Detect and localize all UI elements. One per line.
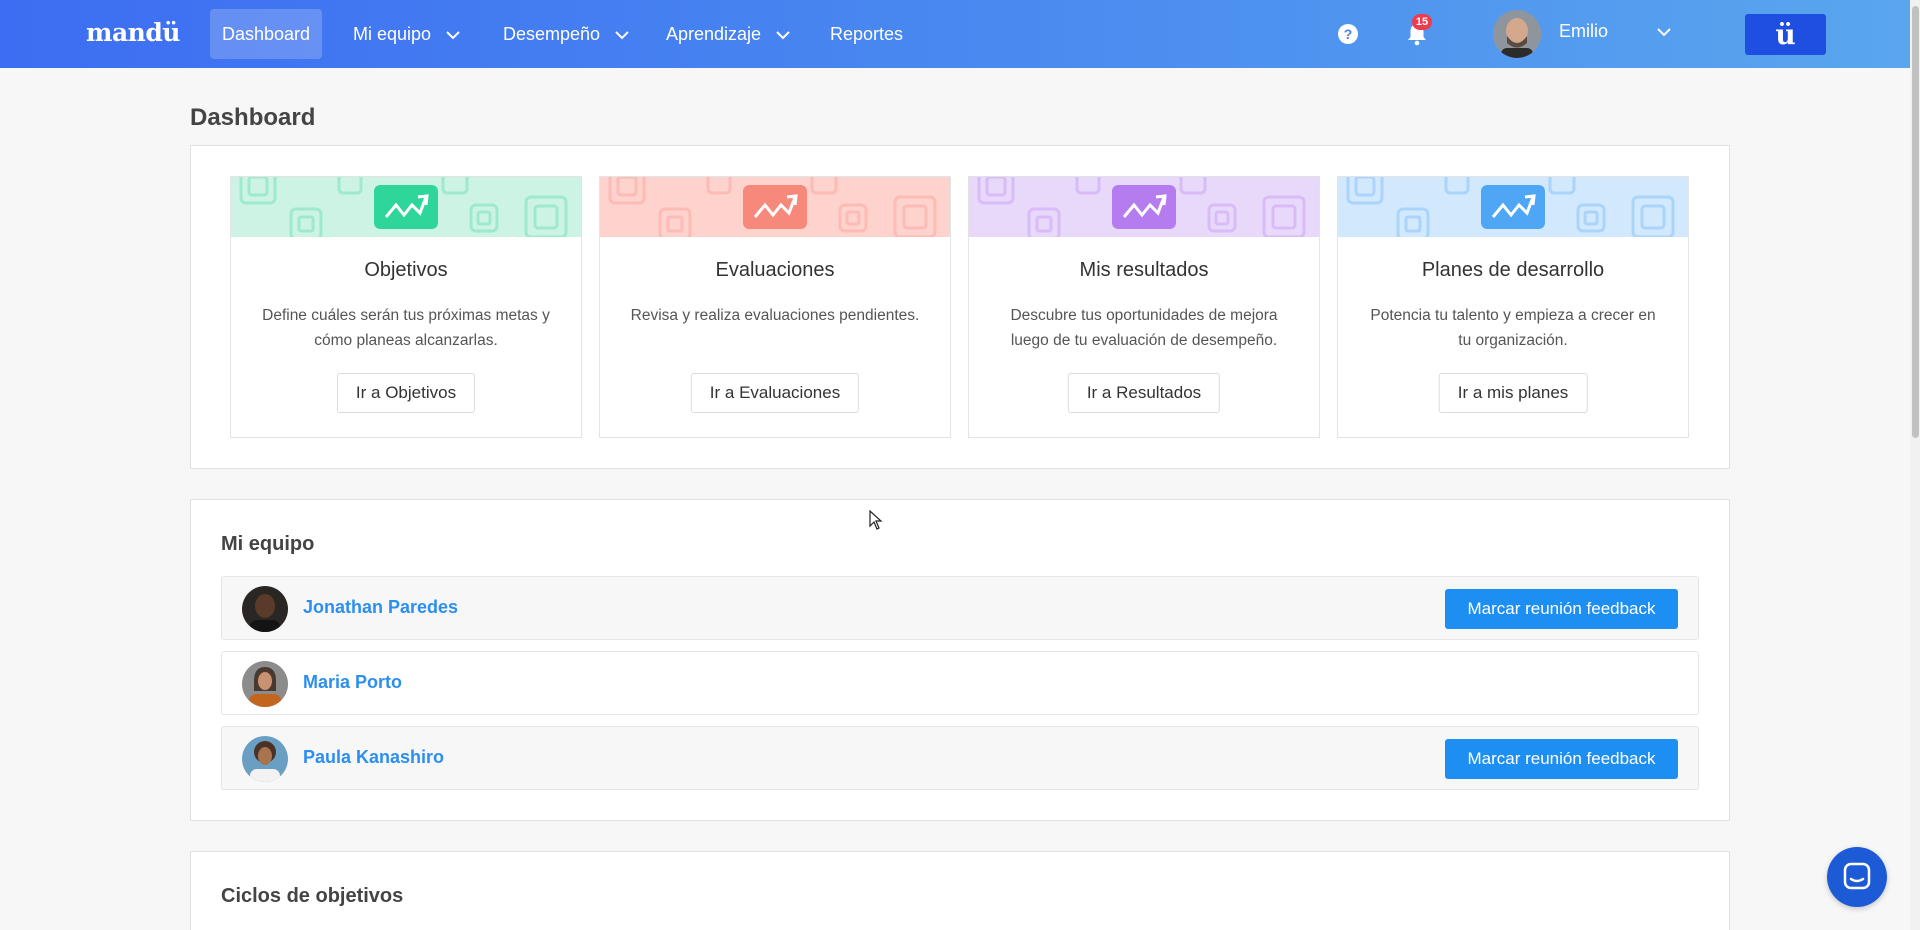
card-description: Potencia tu talento y empieza a crecer e…	[1370, 307, 1656, 349]
nav-item-label: Reportes	[830, 24, 904, 44]
schedule-feedback-button[interactable]: Marcar reunión feedback	[1445, 739, 1678, 779]
growth-chart-icon	[1112, 185, 1176, 229]
card-banner	[1338, 177, 1688, 237]
go-to-resultados-button[interactable]: Ir a Resultados	[1067, 373, 1221, 413]
team-member-row: Paula Kanashiro Marcar reunión feedback	[221, 726, 1699, 790]
avatar[interactable]	[242, 661, 288, 707]
mouse-cursor-icon	[869, 510, 883, 530]
nav-item-label: Mi equipo	[353, 24, 432, 44]
chevron-down-icon[interactable]	[1657, 28, 1671, 37]
question-circle-icon[interactable]: ?	[1338, 24, 1358, 44]
card-mis-resultados: Mis resultados Descubre tus oportunidade…	[968, 176, 1320, 438]
team-panel: Mi equipo Jonathan Paredes Marcar reunió…	[190, 499, 1730, 821]
go-to-objetivos-button[interactable]: Ir a Objetivos	[336, 373, 476, 413]
section-title: Ciclos de objetivos	[221, 885, 404, 907]
avatar[interactable]	[242, 586, 288, 632]
page-scrollbar-thumb[interactable]	[1912, 6, 1919, 438]
objective-cycles-panel: Ciclos de objetivos	[190, 851, 1730, 930]
chevron-down-icon	[446, 31, 460, 40]
card-banner	[600, 177, 950, 237]
team-member-row: Maria Porto	[221, 651, 1699, 715]
nav-item-reportes[interactable]: Reportes	[818, 9, 915, 59]
schedule-feedback-button[interactable]: Marcar reunión feedback	[1445, 589, 1678, 629]
nav-item-label: Aprendizaje	[666, 24, 762, 44]
notification-count-badge: 15	[1412, 14, 1432, 30]
nav-item-mi-equipo[interactable]: Mi equipo	[341, 9, 472, 59]
card-title: Mis resultados	[1079, 259, 1209, 281]
growth-chart-icon	[743, 185, 807, 229]
section-title: Mi equipo	[221, 533, 315, 555]
member-name-link[interactable]: Jonathan Paredes	[303, 597, 458, 618]
member-name-link[interactable]: Paula Kanashiro	[303, 747, 444, 768]
card-planes-de-desarrollo: Planes de desarrollo Potencia tu talento…	[1337, 176, 1689, 438]
user-name[interactable]: Emilio	[1559, 21, 1608, 42]
mandu-app-button[interactable]: ü	[1745, 14, 1826, 55]
go-to-evaluaciones-button[interactable]: Ir a Evaluaciones	[690, 373, 860, 413]
quick-access-panel: Objetivos Define cuáles serán tus próxim…	[190, 145, 1730, 469]
growth-chart-icon	[374, 185, 438, 229]
user-avatar[interactable]	[1493, 10, 1541, 58]
card-title: Evaluaciones	[715, 259, 835, 281]
chevron-down-icon	[776, 31, 790, 40]
team-member-row: Jonathan Paredes Marcar reunión feedback	[221, 576, 1699, 640]
member-name-link[interactable]: Maria Porto	[303, 672, 402, 693]
page-title: Dashboard	[190, 104, 316, 131]
card-banner	[969, 177, 1319, 237]
card-title: Planes de desarrollo	[1421, 259, 1605, 281]
top-navbar: mandü Dashboard Mi equipo Desempeño Apre…	[0, 0, 1920, 68]
go-to-mis-planes-button[interactable]: Ir a mis planes	[1438, 373, 1588, 413]
chat-launcher-button[interactable]	[1827, 847, 1887, 907]
nav-item-aprendizaje[interactable]: Aprendizaje	[654, 9, 802, 59]
card-description: Descubre tus oportunidades de mejora lue…	[1010, 307, 1278, 349]
card-banner	[231, 177, 581, 237]
card-evaluaciones: Evaluaciones Revisa y realiza evaluacion…	[599, 176, 951, 438]
card-objetivos: Objetivos Define cuáles serán tus próxim…	[230, 176, 582, 438]
nav-item-label: Desempeño	[503, 24, 601, 44]
avatar[interactable]	[242, 736, 288, 782]
nav-item-desempeno[interactable]: Desempeño	[491, 9, 641, 59]
mandu-logo[interactable]: mandü	[86, 18, 180, 47]
chevron-down-icon	[615, 31, 629, 40]
nav-item-label: Dashboard	[222, 24, 311, 44]
card-description: Revisa y realiza evaluaciones pendientes…	[630, 307, 920, 324]
nav-item-dashboard[interactable]: Dashboard	[210, 9, 323, 59]
chat-icon	[1843, 862, 1871, 890]
card-title: Objetivos	[364, 259, 448, 281]
card-description: Define cuáles serán tus próximas metas y…	[262, 307, 550, 349]
growth-chart-icon	[1481, 185, 1545, 229]
